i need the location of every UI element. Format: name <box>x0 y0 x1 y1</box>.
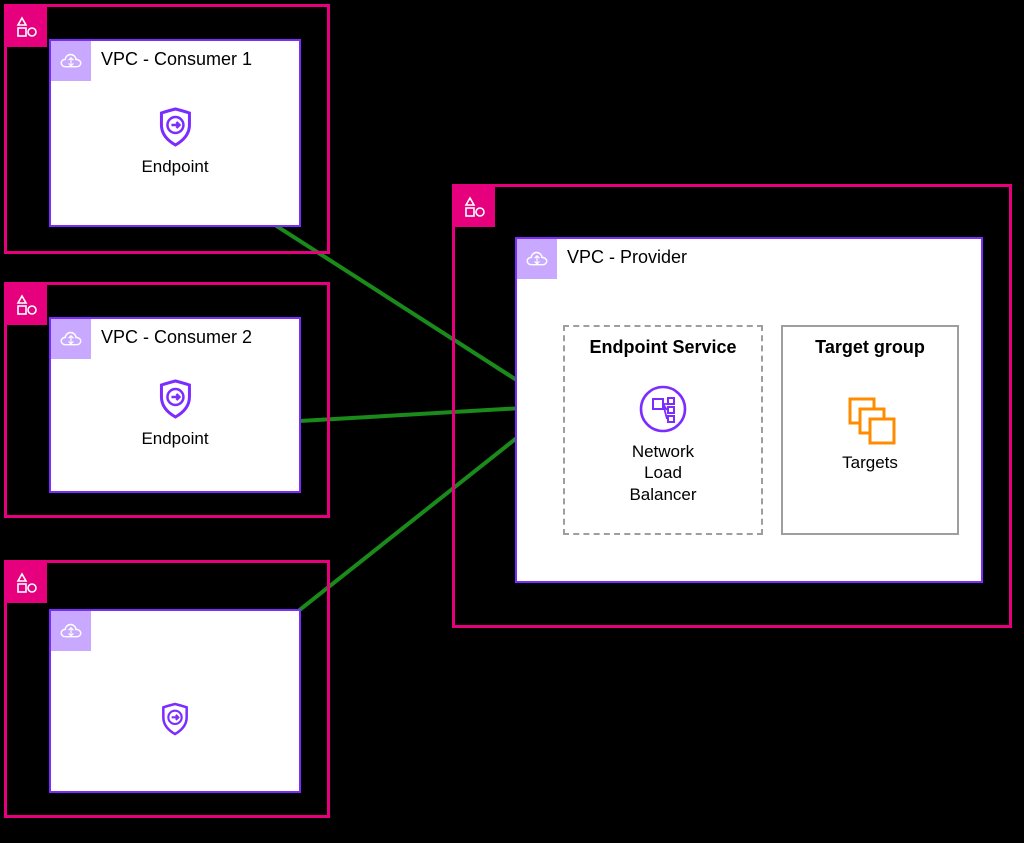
targets: Targets <box>842 391 898 473</box>
region-icon <box>7 285 47 325</box>
vpc-icon <box>51 611 91 651</box>
targets-icon <box>842 391 898 447</box>
network-load-balancer: Network Load Balancer <box>614 383 712 505</box>
endpoint-consumer-3 <box>155 699 195 745</box>
endpoint-consumer-2: Endpoint <box>141 375 208 449</box>
endpoint-icon <box>151 103 199 151</box>
endpoint-service-title: Endpoint Service <box>565 337 761 358</box>
target-group-title: Target group <box>783 337 957 358</box>
nlb-label: Network Load Balancer <box>614 441 712 505</box>
endpoint-consumer-1: Endpoint <box>141 103 208 177</box>
region-icon <box>455 187 495 227</box>
region-provider: VPC - Provider Endpoint Service Network … <box>452 184 1012 628</box>
vpc-title: VPC - Provider <box>567 247 687 268</box>
endpoint-icon <box>151 375 199 423</box>
vpc-provider: VPC - Provider Endpoint Service Network … <box>515 237 983 583</box>
region-consumer-3 <box>4 560 330 818</box>
endpoint-icon <box>155 699 195 739</box>
region-consumer-1: VPC - Consumer 1 Endpoint <box>4 4 330 254</box>
endpoint-label: Endpoint <box>141 157 208 177</box>
endpoint-label: Endpoint <box>141 429 208 449</box>
vpc-title: VPC - Consumer 1 <box>101 49 252 70</box>
region-icon <box>7 7 47 47</box>
region-icon <box>7 563 47 603</box>
load-balancer-icon <box>637 383 689 435</box>
vpc-icon <box>51 319 91 359</box>
targets-label: Targets <box>842 453 898 473</box>
vpc-title: VPC - Consumer 2 <box>101 327 252 348</box>
target-group-box: Target group Targets <box>781 325 959 535</box>
endpoint-service-box: Endpoint Service Network Load Balancer <box>563 325 763 535</box>
vpc-icon <box>51 41 91 81</box>
vpc-consumer-2: VPC - Consumer 2 Endpoint <box>49 317 301 493</box>
vpc-icon <box>517 239 557 279</box>
region-consumer-2: VPC - Consumer 2 Endpoint <box>4 282 330 518</box>
vpc-consumer-3 <box>49 609 301 793</box>
vpc-consumer-1: VPC - Consumer 1 Endpoint <box>49 39 301 227</box>
